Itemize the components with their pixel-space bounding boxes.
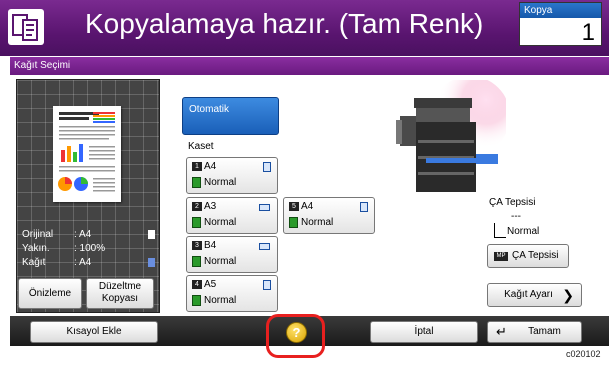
- header-bar: Kopyalamaya hazır. (Tam Renk) Kopya 1: [0, 0, 609, 56]
- ok-button[interactable]: ↵ Tamam: [487, 321, 582, 343]
- bypass-button-label: ÇA Tepsisi: [512, 250, 559, 261]
- tray-number: 3: [192, 241, 202, 250]
- tray-number: 5: [289, 202, 299, 211]
- paper-type-icon: [192, 177, 201, 188]
- document-thumbnail: [53, 106, 121, 202]
- info-value: : A4: [74, 257, 92, 268]
- info-value: : A4: [74, 229, 92, 240]
- info-key: Orijinal: [22, 229, 54, 240]
- copy-icon: [8, 9, 44, 45]
- printer-illustration: [386, 76, 510, 194]
- proof-copy-label-1: Düzeltme: [98, 281, 142, 292]
- bracket-line: [494, 223, 495, 238]
- landscape-icon: [259, 243, 270, 250]
- copy-count-label: Kopya: [520, 3, 601, 18]
- tray-3-button[interactable]: 3 B4 Normal: [186, 236, 278, 273]
- section-title: Kağıt Seçimi: [10, 57, 609, 75]
- preview-button[interactable]: Önizleme: [18, 278, 82, 309]
- add-shortcut-button[interactable]: Kısayol Ekle: [30, 321, 158, 343]
- tray-4-button[interactable]: 4 A5 Normal: [186, 275, 278, 312]
- bypass-type: Normal: [507, 226, 540, 237]
- bypass-tray-title: ÇA Tepsisi: [489, 197, 536, 208]
- tray-size: B4: [204, 240, 217, 251]
- ok-label: Tamam: [528, 326, 561, 337]
- bypass-tray-status: --- Normal: [487, 209, 569, 241]
- landscape-icon: [259, 204, 270, 211]
- proof-copy-label-2: Kopyası: [101, 293, 139, 304]
- cancel-button[interactable]: İptal: [370, 321, 478, 343]
- bypass-tray-button[interactable]: MP ÇA Tepsisi: [487, 244, 569, 268]
- cassette-label: Kaset: [188, 141, 214, 152]
- paper-settings-button[interactable]: Kağıt Ayarı ❯: [487, 283, 582, 307]
- paper-type-icon: [289, 217, 298, 228]
- tray-type: Normal: [301, 217, 334, 228]
- info-row-zoom: Yakın. : 100%: [18, 242, 158, 256]
- tray-size: A5: [204, 279, 217, 290]
- status-title: Kopyalamaya hazır. (Tam Renk): [85, 8, 484, 39]
- copy-count-field[interactable]: Kopya 1: [519, 2, 602, 46]
- info-value: : 100%: [74, 243, 106, 254]
- copy-count-value: 1: [581, 19, 595, 46]
- bypass-size: ---: [511, 211, 521, 222]
- enter-icon: ↵: [496, 324, 507, 339]
- tray-2-button[interactable]: 2 A3 Normal: [186, 197, 278, 234]
- bypass-number: MP: [494, 252, 508, 261]
- paper-type-icon: [192, 217, 201, 228]
- paper-icon: [148, 230, 155, 239]
- tray-type: Normal: [204, 177, 237, 188]
- tray-type: Normal: [204, 295, 237, 306]
- help-icon[interactable]: ?: [286, 322, 307, 343]
- tray-number: 1: [192, 162, 202, 171]
- info-key: Kağıt: [22, 257, 46, 268]
- chevron-right-icon: ❯: [562, 287, 574, 303]
- portrait-icon: [263, 162, 271, 172]
- portrait-icon: [263, 280, 271, 290]
- paper-type-icon: [192, 295, 201, 306]
- tray-size: A4: [301, 201, 314, 212]
- auto-select-button[interactable]: Otomatik: [182, 97, 279, 135]
- info-key: Yakın.: [22, 243, 50, 254]
- tray-type: Normal: [204, 217, 237, 228]
- figure-code: c020102: [566, 349, 601, 359]
- tray-size: A4: [204, 161, 217, 172]
- info-row-original: Orijinal : A4: [18, 228, 158, 242]
- paper-icon: [148, 258, 155, 267]
- paper-settings-label: Kağıt Ayarı: [504, 289, 553, 300]
- paper-type-icon: [192, 256, 201, 267]
- info-row-paper: Kağıt : A4: [18, 256, 158, 270]
- tray-5-button[interactable]: 5 A4 Normal: [283, 197, 375, 234]
- portrait-icon: [360, 202, 368, 212]
- preview-info: Orijinal : A4 Yakın. : 100% Kağıt : A4: [18, 228, 158, 270]
- tray-1-button[interactable]: 1 A4 Normal: [186, 157, 278, 194]
- tray-number: 2: [192, 202, 202, 211]
- proof-copy-button[interactable]: Düzeltme Kopyası: [86, 278, 154, 309]
- tray-size: A3: [204, 201, 217, 212]
- tray-number: 4: [192, 280, 202, 289]
- tray-type: Normal: [204, 256, 237, 267]
- bracket-line: [494, 237, 506, 238]
